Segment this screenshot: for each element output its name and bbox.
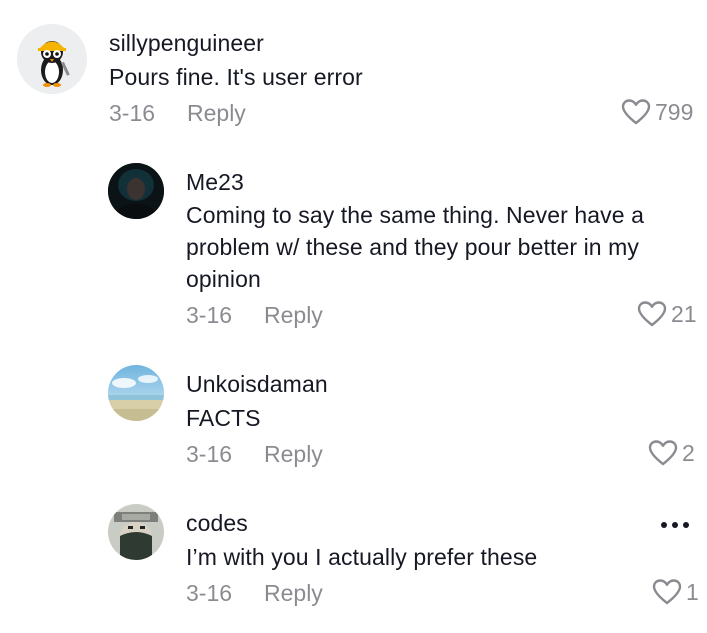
reply-button[interactable]: Reply (187, 100, 246, 127)
like-count: 21 (671, 300, 697, 327)
avatar[interactable] (108, 163, 164, 219)
like-button[interactable]: 2 (648, 439, 695, 467)
comment-date: 3-16 (186, 302, 233, 328)
like-count: 2 (682, 439, 695, 466)
comment-date: 3-16 (186, 441, 233, 467)
comment-username[interactable]: codes (186, 510, 248, 537)
penguin-engineer-avatar-icon (17, 24, 87, 94)
like-button[interactable]: 799 (621, 98, 693, 126)
more-dot-icon (672, 522, 678, 528)
avatar[interactable] (17, 24, 87, 94)
comment-text: I’m with you I actually prefer these (186, 544, 538, 570)
heart-icon (648, 440, 678, 466)
comment-text: Pours fine. It's user error (109, 64, 363, 90)
more-options-button[interactable] (661, 518, 689, 532)
comment-username[interactable]: sillypenguineer (109, 30, 264, 57)
dark-photo-avatar-icon (108, 163, 164, 219)
comment-text: Coming to say the same thing. Never have… (186, 202, 645, 292)
like-button[interactable]: 1 (652, 578, 699, 606)
more-dot-icon (661, 522, 667, 528)
beach-photo-avatar-icon (108, 365, 164, 421)
like-button[interactable]: 21 (637, 300, 697, 328)
heart-icon (637, 301, 667, 327)
reply-button[interactable]: Reply (264, 580, 323, 607)
avatar[interactable] (108, 504, 164, 560)
heart-icon (621, 99, 651, 125)
comment-text: FACTS (186, 405, 261, 431)
comment-date: 3-16 (109, 100, 156, 126)
more-dot-icon (683, 522, 689, 528)
comment-username[interactable]: Me23 (186, 169, 244, 196)
reply-button[interactable]: Reply (264, 441, 323, 468)
like-count: 799 (655, 98, 694, 125)
like-count: 1 (686, 578, 699, 605)
comment-date: 3-16 (186, 580, 233, 606)
reply-button[interactable]: Reply (264, 302, 323, 329)
avatar[interactable] (108, 365, 164, 421)
masked-face-avatar-icon (108, 504, 164, 560)
heart-icon (652, 579, 682, 605)
comment-username[interactable]: Unkoisdaman (186, 371, 328, 398)
